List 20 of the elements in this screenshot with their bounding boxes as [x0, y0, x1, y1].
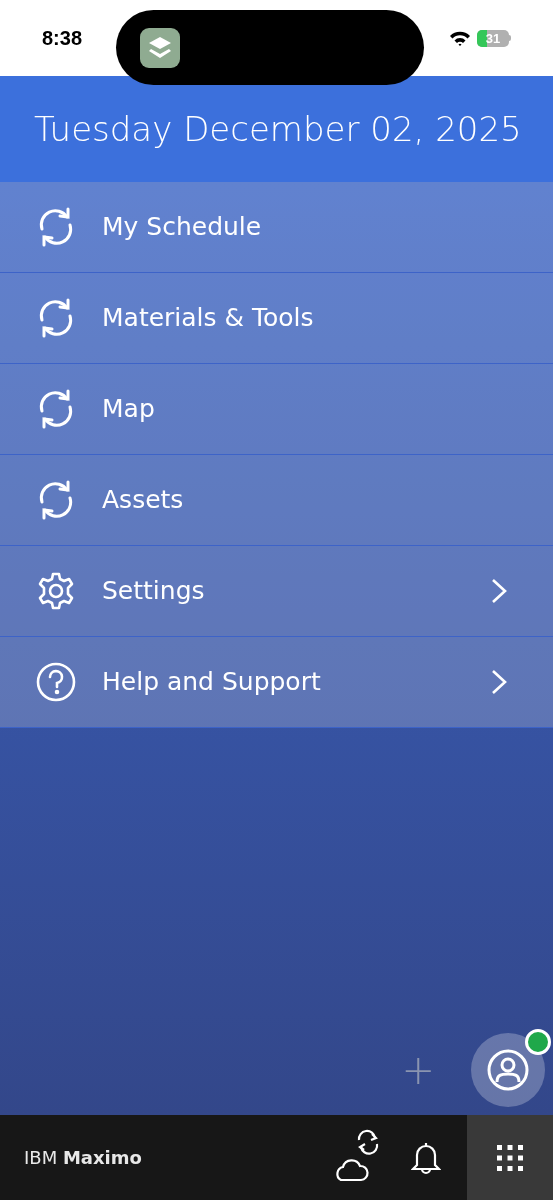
menu-item[interactable]: Materials & Tools	[0, 273, 553, 364]
settings-icon	[36, 571, 76, 611]
wifi-icon	[449, 30, 471, 46]
menu-item[interactable]: My Schedule	[0, 182, 553, 273]
help-icon	[36, 662, 76, 702]
menu-item[interactable]: Help and Support	[0, 637, 553, 728]
menu-item[interactable]: Assets	[0, 455, 553, 546]
app-icon	[140, 27, 180, 68]
brand-name: IBM Maximo	[23, 1146, 142, 1170]
chevron-right-icon	[491, 669, 507, 695]
user-icon	[487, 1049, 529, 1091]
notification-bell-icon[interactable]	[411, 1140, 441, 1175]
date-title: Tuesday December 02, 2025	[34, 107, 522, 151]
add-button[interactable]: +	[401, 1050, 435, 1090]
app-grid-button[interactable]	[467, 1115, 553, 1200]
menu-item[interactable]: Map	[0, 364, 553, 455]
menu-item[interactable]: Settings	[0, 546, 553, 637]
grid-icon	[497, 1144, 523, 1171]
status-time: 8:38	[42, 26, 83, 51]
chevron-right-icon	[491, 578, 507, 604]
